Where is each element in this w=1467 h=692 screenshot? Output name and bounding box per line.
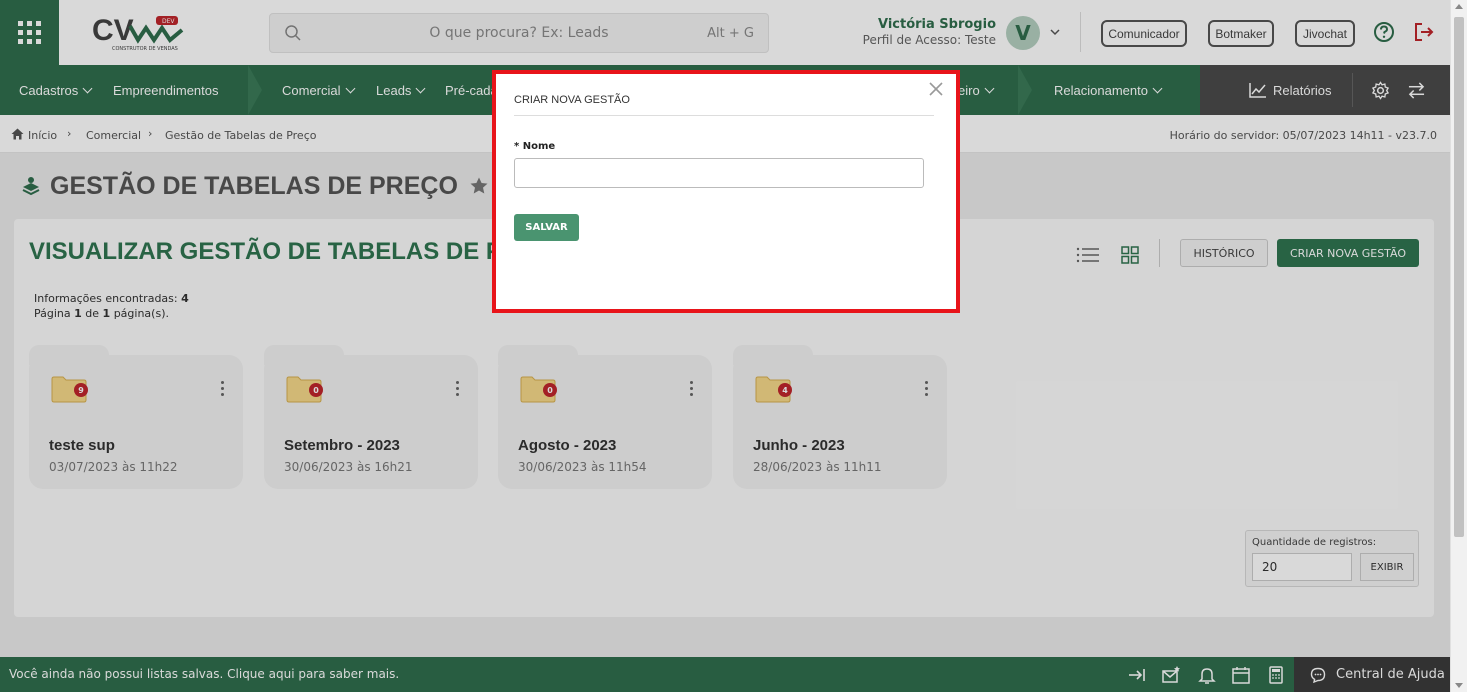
criar-nova-gestao-modal: CRIAR NOVA GESTÃO * Nome SALVAR <box>496 74 956 309</box>
modal-divider <box>514 115 934 116</box>
nome-label: * Nome <box>514 141 556 152</box>
modal-highlight: CRIAR NOVA GESTÃO * Nome SALVAR <box>492 70 960 313</box>
modal-title: CRIAR NOVA GESTÃO <box>514 94 630 106</box>
nome-input[interactable] <box>514 158 924 188</box>
salvar-button[interactable]: SALVAR <box>514 214 579 241</box>
scroll-down-icon[interactable] <box>1455 683 1463 688</box>
scrollbar-thumb[interactable] <box>1454 17 1464 537</box>
scroll-up-icon[interactable] <box>1455 4 1463 9</box>
close-icon[interactable] <box>928 81 944 97</box>
scrollbar[interactable] <box>1450 0 1467 692</box>
